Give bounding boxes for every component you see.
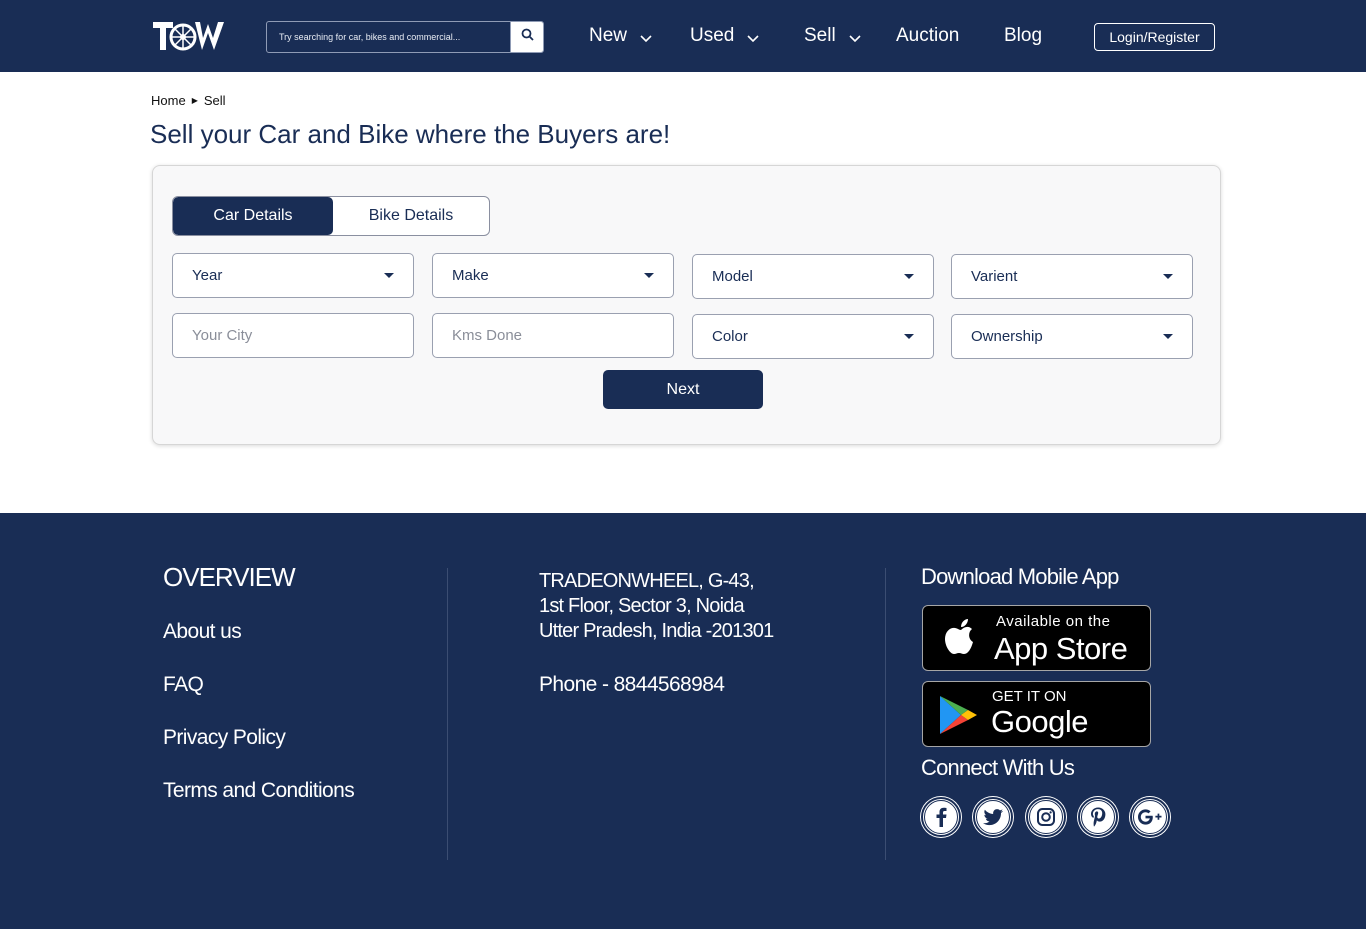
nav-sell[interactable]: Sell	[804, 24, 862, 48]
google-plus-link[interactable]	[1130, 797, 1170, 837]
google-play-icon	[937, 694, 979, 741]
page-title: Sell your Car and Bike where the Buyers …	[150, 119, 671, 149]
caret-down-icon	[644, 273, 654, 278]
nav-auction-label: Auction	[896, 25, 960, 46]
footer-link-privacy[interactable]: Privacy Policy	[163, 726, 286, 750]
footer-link-terms[interactable]: Terms and Conditions	[163, 779, 355, 803]
company-address: TRADEONWHEEL, G-43, 1st Floor, Sector 3,…	[539, 569, 774, 644]
nav-auction[interactable]: Auction	[896, 24, 959, 48]
overview-heading: OVERVIEW	[163, 562, 296, 592]
google-play-big-text: Google Play	[991, 704, 1088, 746]
pinterest-icon	[1081, 800, 1115, 834]
tow-logo[interactable]	[151, 19, 226, 53]
nav-blog[interactable]: Blog	[1004, 24, 1042, 48]
color-select[interactable]: Color	[692, 314, 934, 359]
nav-new[interactable]: New	[589, 24, 653, 48]
color-select-label: Color	[712, 328, 748, 345]
download-app-heading: Download Mobile App	[921, 564, 1119, 589]
year-select-label: Year	[192, 267, 223, 284]
app-store-small-text: Available on the	[996, 613, 1111, 630]
search-icon	[521, 28, 534, 46]
make-select-label: Make	[452, 267, 489, 284]
details-tabs: Car Details Bike Details	[172, 196, 490, 236]
tab-car-details[interactable]: Car Details	[173, 197, 333, 235]
sell-form-card: Car Details Bike Details Year Make Model…	[152, 165, 1221, 445]
google-play-small-text: GET IT ON	[992, 688, 1067, 705]
varient-select[interactable]: Varient	[951, 254, 1193, 299]
city-input[interactable]: Your City	[172, 313, 414, 358]
chevron-down-icon	[848, 29, 862, 43]
footer-link-about[interactable]: About us	[163, 620, 242, 644]
search-button[interactable]	[510, 22, 543, 52]
nav-blog-label: Blog	[1004, 25, 1043, 46]
twitter-link[interactable]	[973, 797, 1013, 837]
connect-heading: Connect With Us	[921, 755, 1075, 780]
facebook-link[interactable]	[921, 797, 961, 837]
kms-done-input-placeholder: Kms Done	[452, 327, 523, 344]
nav-new-label: New	[589, 25, 628, 46]
kms-done-input[interactable]: Kms Done	[432, 313, 674, 358]
instagram-link[interactable]	[1026, 797, 1066, 837]
google-plus-icon	[1133, 800, 1167, 834]
app-store-big-text: App Store	[994, 631, 1128, 666]
model-select-label: Model	[712, 268, 753, 285]
pinterest-link[interactable]	[1078, 797, 1118, 837]
footer: OVERVIEW About us FAQ Privacy Policy Ter…	[0, 513, 1366, 929]
tab-bike-details[interactable]: Bike Details	[333, 197, 489, 235]
address-line: Utter Pradesh, India -201301	[539, 620, 774, 642]
search-input[interactable]	[267, 22, 511, 52]
varient-select-label: Varient	[971, 268, 1018, 285]
nav-sell-label: Sell	[804, 25, 836, 46]
caret-down-icon	[1163, 334, 1173, 339]
address-line: TRADEONWHEEL, G-43,	[539, 570, 755, 592]
breadcrumb-sell: Sell	[203, 93, 226, 108]
caret-down-icon	[1163, 274, 1173, 279]
footer-divider	[885, 568, 886, 860]
address-line: 1st Floor, Sector 3, Noida	[539, 595, 745, 617]
year-select[interactable]: Year	[172, 253, 414, 298]
facebook-icon	[924, 800, 958, 834]
caret-down-icon	[904, 334, 914, 339]
google-play-badge[interactable]: GET IT ON Google Play	[922, 681, 1151, 747]
caret-down-icon	[384, 273, 394, 278]
footer-link-faq[interactable]: FAQ	[163, 673, 204, 697]
make-select[interactable]: Make	[432, 253, 674, 298]
caret-right-icon: ▶	[191, 96, 198, 105]
footer-divider	[447, 568, 448, 860]
model-select[interactable]: Model	[692, 254, 934, 299]
nav-used[interactable]: Used	[690, 24, 760, 48]
ownership-select[interactable]: Ownership	[951, 314, 1193, 359]
ownership-select-label: Ownership	[971, 328, 1043, 345]
chevron-down-icon	[639, 29, 653, 43]
top-header: New Used Sell Auction Blog Login/Registe…	[0, 0, 1366, 72]
phone-number[interactable]: Phone - 8844568984	[539, 673, 725, 697]
next-button[interactable]: Next	[603, 370, 763, 409]
twitter-icon	[976, 800, 1010, 834]
breadcrumb-home[interactable]: Home	[151, 93, 186, 108]
apple-icon	[941, 616, 981, 667]
chevron-down-icon	[746, 29, 760, 43]
app-store-badge[interactable]: Available on the App Store	[922, 605, 1151, 671]
city-input-placeholder: Your City	[192, 327, 253, 344]
caret-down-icon	[904, 274, 914, 279]
nav-used-label: Used	[690, 25, 735, 46]
instagram-icon	[1029, 800, 1063, 834]
search-bar	[266, 21, 544, 53]
login-register-button[interactable]: Login/Register	[1094, 23, 1215, 51]
breadcrumb: Home ▶ Sell	[151, 93, 226, 108]
